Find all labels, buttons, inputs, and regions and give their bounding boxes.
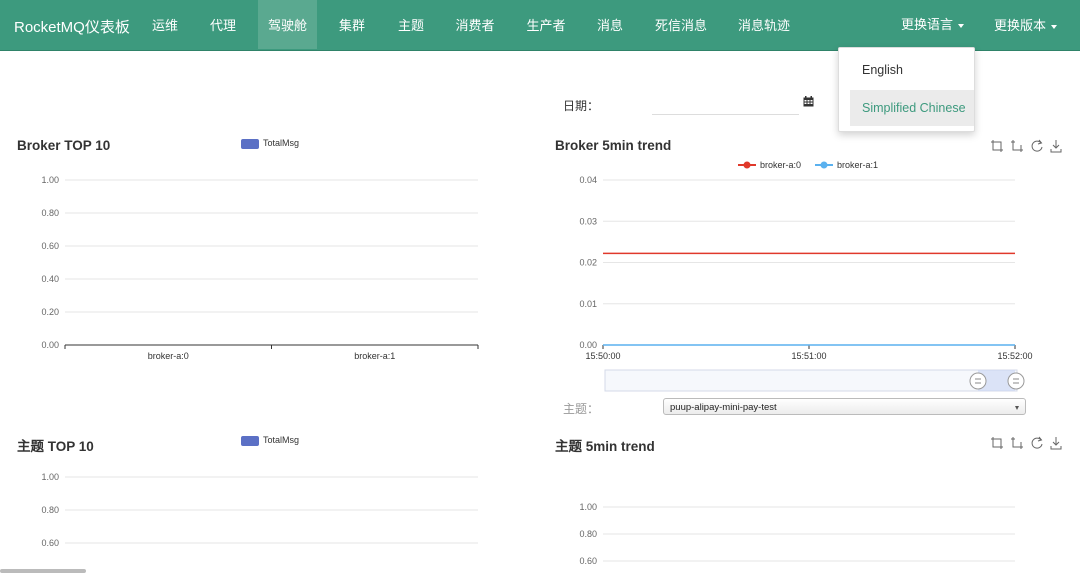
legend-marker [820, 161, 828, 169]
date-input[interactable] [652, 91, 799, 115]
nav-item-message[interactable]: 消息 [588, 0, 632, 49]
zoom-icon[interactable] [991, 140, 1003, 152]
version-dropdown-toggle[interactable]: 更换版本 [988, 0, 1063, 49]
broker-trend-title: Broker 5min trend [555, 138, 672, 153]
topic-top10-title: 主题 TOP 10 [17, 439, 94, 454]
x-tick-label: 15:50:00 [585, 351, 620, 361]
nav-item-producer[interactable]: 生产者 [515, 0, 577, 49]
y-tick-label: 1.00 [41, 472, 59, 482]
language-option-simplified-chinese[interactable]: Simplified Chinese [850, 90, 974, 126]
zoom-reset-icon[interactable] [1011, 140, 1023, 152]
language-toggle-label: 更换语言 [900, 17, 953, 32]
broker-top10-legend[interactable]: TotalMsg [241, 138, 299, 149]
y-tick-label: 0.01 [579, 299, 597, 309]
x-tick-label: broker-a:0 [148, 351, 189, 361]
download-icon[interactable] [1050, 437, 1062, 450]
topic-top10-chart: 1.00 0.80 0.60 [41, 472, 478, 548]
legend-label: TotalMsg [263, 138, 300, 148]
x-tick-label: broker-a:1 [354, 351, 395, 361]
x-tick-label: 15:52:00 [997, 351, 1032, 361]
topic-select[interactable]: puup-alipay-mini-pay-test [663, 398, 1026, 415]
legend-swatch [241, 435, 259, 446]
y-tick-label: 0.80 [579, 529, 597, 539]
language-dropdown-toggle[interactable]: 更换语言 [895, 0, 970, 49]
y-tick-label: 0.40 [41, 274, 59, 284]
broker-trend-toolbox [991, 139, 1062, 153]
horizontal-scrollbar[interactable] [0, 569, 86, 573]
datazoom-handle [969, 372, 987, 390]
broker-trend-chart: 0.04 0.03 0.02 0.01 0.00 broker-a:0 broker-a:1… [579, 160, 1033, 392]
topic-trend-toolbox [991, 436, 1062, 450]
y-tick-label: 0.02 [579, 258, 597, 268]
y-tick-label: 0.00 [41, 340, 59, 350]
caret-down-icon [1051, 24, 1057, 29]
nav-item-topic[interactable]: 主题 [387, 0, 435, 49]
y-tick-label: 0.60 [41, 538, 59, 548]
zoom-icon[interactable] [991, 437, 1003, 449]
topic-filter-label: 主题： [563, 402, 600, 416]
y-tick-label: 0.04 [579, 175, 597, 185]
y-tick-label: 0.20 [41, 307, 59, 317]
language-option-english[interactable]: English [850, 52, 974, 88]
y-tick-label: 0.00 [579, 340, 597, 350]
calendar-icon[interactable] [803, 96, 814, 107]
nav-item-dashboard[interactable]: 驾驶舱 [258, 0, 317, 49]
y-tick-label: 0.80 [41, 208, 59, 218]
legend-label: broker-a:0 [760, 160, 801, 170]
nav-item-dlq-message[interactable]: 死信消息 [646, 0, 716, 49]
date-label: 日期： [563, 99, 600, 113]
y-tick-label: 0.03 [579, 216, 597, 226]
select-arrow-icon [1015, 406, 1019, 410]
datazoom-track [604, 369, 1018, 392]
broker-top10-title: Broker TOP 10 [17, 138, 111, 153]
caret-down-icon [958, 23, 964, 28]
topic-trend-chart: 1.00 0.80 0.60 [579, 502, 1015, 566]
legend-marker [743, 161, 751, 169]
zoom-reset-icon[interactable] [1011, 437, 1023, 449]
y-tick-label: 1.00 [41, 175, 59, 185]
brand-logo[interactable]: RocketMQ仪表板 [14, 16, 130, 37]
topic-top10-legend[interactable]: TotalMsg [241, 435, 299, 446]
top-navbar: RocketMQ仪表板 运维 代理 驾驶舱 集群 主题 消费者 生产者 消息 死… [0, 0, 1080, 51]
nav-item-cluster[interactable]: 集群 [328, 0, 376, 49]
refresh-icon[interactable] [1031, 436, 1043, 449]
nav-item-ops[interactable]: 运维 [141, 0, 189, 49]
nav-item-consumer[interactable]: 消费者 [446, 0, 504, 49]
y-tick-label: 0.60 [579, 556, 597, 566]
download-icon[interactable] [1050, 140, 1062, 153]
y-tick-label: 0.80 [41, 505, 59, 515]
nav-item-proxy[interactable]: 代理 [199, 0, 247, 49]
refresh-icon[interactable] [1031, 139, 1043, 152]
topic-select-value: puup-alipay-mini-pay-test [670, 402, 777, 413]
datazoom-handle [1007, 372, 1025, 390]
language-dropdown-menu: English Simplified Chinese [838, 47, 975, 132]
legend-swatch [241, 138, 259, 149]
legend-label: TotalMsg [263, 435, 300, 445]
broker-top10-chart: 1.00 0.80 0.60 0.40 0.20 0.00 broker-a:0 broker… [41, 175, 479, 361]
y-tick-label: 0.60 [41, 241, 59, 251]
topic-trend-title: 主题 5min trend [555, 439, 655, 454]
x-tick-label: 15:51:00 [791, 351, 826, 361]
y-tick-label: 1.00 [579, 502, 597, 512]
nav-item-message-trace[interactable]: 消息轨迹 [728, 0, 800, 49]
version-toggle-label: 更换版本 [993, 18, 1046, 33]
legend-label: broker-a:1 [837, 160, 878, 170]
